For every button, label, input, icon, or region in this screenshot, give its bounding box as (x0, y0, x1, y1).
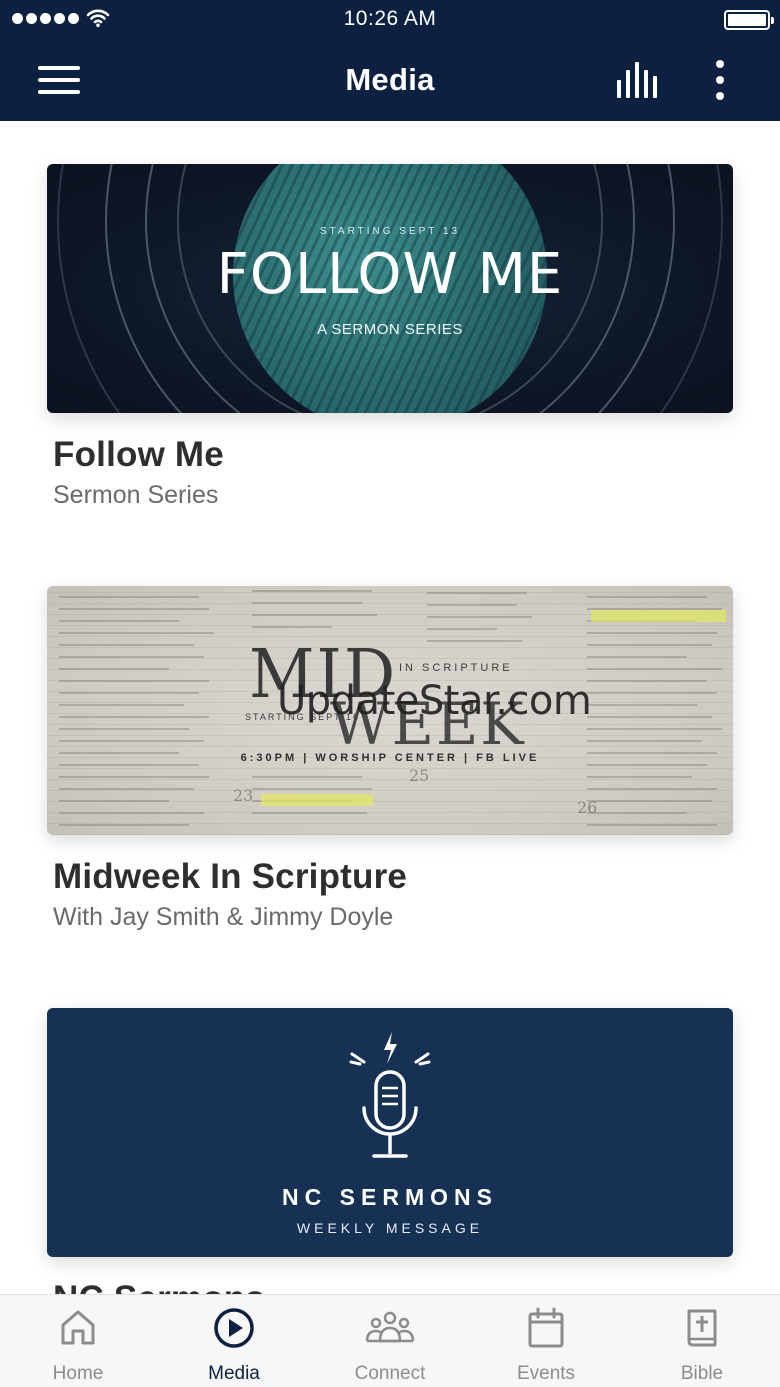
hamburger-menu-icon[interactable] (36, 64, 82, 96)
media-list: STARTING SEPT 13 FOLLOW ME A SERMON SERI… (0, 121, 780, 1294)
card-title: Follow Me (53, 435, 224, 474)
banner-tagline: A SERMON SERIES (317, 321, 463, 338)
media-card-nc-sermons[interactable]: NC SERMONS WEEKLY MESSAGE NC Sermons (47, 1008, 733, 1294)
tab-label: Connect (354, 1363, 426, 1384)
tab-label: Home (52, 1363, 104, 1384)
tab-label: Media (208, 1363, 260, 1384)
banner-headline: NC SERMONS (282, 1184, 498, 1210)
tab-home[interactable]: Home (0, 1295, 156, 1387)
banner-details: 6:30PM | WORSHIP CENTER | FB LIVE (240, 752, 540, 764)
card-title: Midweek In Scripture (53, 857, 408, 896)
banner-headline: FOLLOW ME (216, 242, 564, 307)
calendar-icon (528, 1307, 564, 1348)
follow-me-banner: STARTING SEPT 13 FOLLOW ME A SERMON SERI… (47, 164, 733, 413)
more-vertical-icon[interactable] (705, 58, 735, 102)
home-icon (61, 1310, 95, 1345)
media-card-follow-me[interactable]: STARTING SEPT 13 FOLLOW ME A SERMON SERI… (47, 164, 733, 510)
tab-media[interactable]: Media (156, 1295, 312, 1387)
nav-bar: Media (0, 40, 780, 121)
banner-tagline: WEEKLY MESSAGE (296, 1220, 484, 1236)
bottom-tab-bar: Home Media Connect Events Bible (0, 1294, 780, 1387)
watermark-text: UpdateStar.com (277, 678, 592, 724)
bar-chart-icon[interactable] (612, 62, 662, 100)
tab-events[interactable]: Events (468, 1295, 624, 1387)
status-time: 10:26 AM (343, 7, 437, 30)
media-card-midweek[interactable]: MID WEEK IN SCRIPTURE STARTING SEPT 16 6… (47, 586, 733, 932)
play-circle-icon (214, 1308, 254, 1348)
nc-sermons-banner: NC SERMONS WEEKLY MESSAGE (47, 1008, 733, 1257)
card-subtitle: With Jay Smith & Jimmy Doyle (53, 903, 394, 931)
people-group-icon (365, 1311, 415, 1343)
tab-label: Events (516, 1363, 576, 1384)
top-bar: 10:26 AM Media (0, 0, 780, 121)
tab-connect[interactable]: Connect (312, 1295, 468, 1387)
battery-icon (724, 10, 774, 30)
bible-icon (687, 1309, 717, 1347)
verse-number: 23 (233, 786, 254, 805)
card-title: NC Sermons (53, 1279, 733, 1294)
microphone-icon (349, 1032, 431, 1158)
tab-label: Bible (680, 1363, 724, 1384)
verse-number: 26 (577, 798, 598, 817)
tab-bible[interactable]: Bible (624, 1295, 780, 1387)
status-bar: 10:26 AM (0, 0, 780, 40)
verse-number: 25 (409, 766, 430, 785)
banner-label: IN SCRIPTURE (399, 662, 513, 674)
banner-pretitle: STARTING SEPT 13 (319, 226, 461, 237)
card-subtitle: Sermon Series (53, 481, 219, 509)
page-title: Media (345, 62, 435, 97)
